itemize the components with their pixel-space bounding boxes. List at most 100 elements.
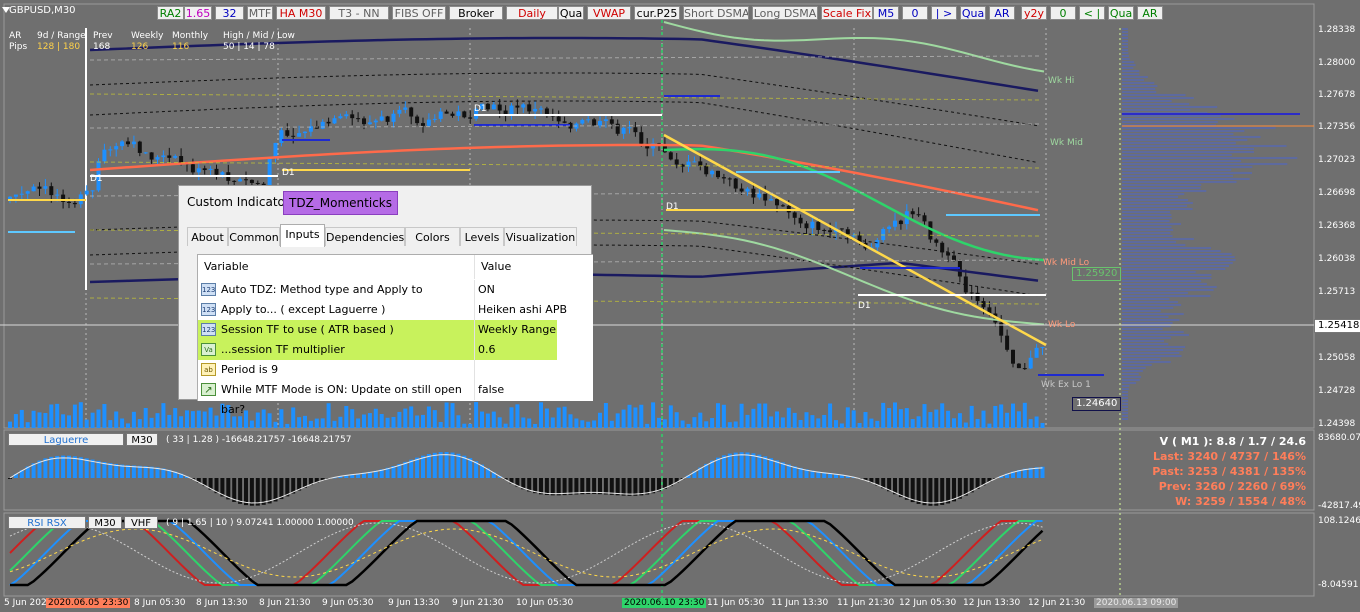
tab-visualization[interactable]: Visualization: [504, 227, 577, 246]
input-row[interactable]: 123 Session TF to use ( ATR based ) Weekly…: [198, 320, 594, 340]
toolbar-button-9[interactable]: Qua: [558, 6, 584, 20]
volume-profile-bar: [1122, 73, 1140, 75]
toolbar-button-20[interactable]: y2y: [1021, 6, 1047, 20]
input-value-cell[interactable]: Heiken ashi APB close: [475, 300, 594, 336]
input-row[interactable]: ab Period is 9: [198, 360, 594, 380]
input-row[interactable]: 123 Apply to... ( except Laguerre ) Heiken…: [198, 300, 594, 336]
double-type-icon: Va: [201, 343, 216, 356]
toolbar-button-24[interactable]: AR: [1137, 6, 1163, 20]
toolbar-button-16[interactable]: 0: [902, 6, 928, 20]
tab-common[interactable]: Common: [228, 227, 280, 246]
time-tick: 10 Jun 05:30: [516, 598, 574, 608]
toolbar-button-18[interactable]: Qua: [960, 6, 986, 20]
toolbar-button-3[interactable]: MTF: [247, 6, 273, 20]
toolbar-button-0[interactable]: RA2: [157, 6, 184, 20]
rsi-extra[interactable]: VHF: [124, 516, 158, 529]
volume-bar: [686, 423, 691, 428]
volume-profile-bar: [1122, 88, 1156, 90]
chart-menu-icon[interactable]: [2, 7, 10, 13]
toolbar-button-19[interactable]: AR: [989, 6, 1015, 20]
candle-body: [273, 142, 278, 158]
volume-bar: [751, 408, 756, 428]
toolbar-button-8[interactable]: Daily: [506, 6, 558, 20]
toolbar-button-21[interactable]: 0: [1050, 6, 1076, 20]
tab-dependencies[interactable]: Dependencies: [325, 227, 405, 246]
toolbar-button-22[interactable]: < |: [1079, 6, 1105, 20]
input-value-cell[interactable]: 0.6: [475, 340, 557, 360]
volume-profile-bar: [1122, 85, 1158, 87]
rsi-tf[interactable]: M30: [88, 516, 122, 529]
laguerre-name[interactable]: Laguerre: [8, 433, 124, 446]
column-variable[interactable]: Variable: [198, 255, 475, 279]
volume-profile-bar: [1122, 220, 1170, 222]
toolbar-button-6[interactable]: FIBS OFF: [392, 6, 446, 20]
volume-bar: [645, 423, 650, 428]
toolbar-button-13[interactable]: Long DSMA: [752, 6, 818, 20]
volume-bar: [568, 414, 573, 428]
tab-colors[interactable]: Colors: [405, 227, 460, 246]
volume-profile-bar: [1122, 385, 1130, 387]
laguerre-bar: [114, 463, 119, 478]
input-value-cell[interactable]: Weekly Range: [475, 320, 557, 340]
toolbar-button-5[interactable]: T3 - NN: [329, 6, 389, 20]
tab-levels[interactable]: Levels: [460, 227, 504, 246]
toolbar-button-7[interactable]: Broker: [449, 6, 503, 20]
volume-profile-bar: [1122, 49, 1128, 51]
inputs-table[interactable]: Variable Value 123 Auto TDZ: Method type …: [197, 254, 594, 416]
volume-profile-bar: [1122, 310, 1161, 312]
candle-body: [403, 107, 408, 110]
volume-bar: [928, 412, 933, 428]
input-variable-label: Auto TDZ: Method type and Apply to: [221, 283, 423, 296]
volume-profile-bar: [1122, 361, 1171, 363]
toolbar-button-14[interactable]: Scale Fix: [821, 6, 873, 20]
input-row[interactable]: ↗ While MTF Mode is ON: Update on still o…: [198, 380, 594, 416]
candle-body: [810, 221, 815, 229]
laguerre-bar: [108, 463, 113, 478]
volume-bar: [804, 412, 809, 428]
laguerre-bar: [438, 452, 443, 478]
candle-body: [922, 215, 927, 222]
volume-profile-bar: [1122, 397, 1128, 399]
volume-bar: [887, 408, 892, 428]
toolbar-button-23[interactable]: Qua: [1108, 6, 1134, 20]
candle-body: [1016, 363, 1021, 369]
candle-body: [161, 155, 166, 158]
toolbar-button-15[interactable]: M5: [873, 6, 899, 20]
toolbar-button-10[interactable]: VWAP: [587, 6, 631, 20]
volume-bar: [963, 422, 968, 428]
candle-body: [946, 252, 951, 256]
toolbar-button-4[interactable]: HA M30: [276, 6, 326, 20]
rsi-name[interactable]: RSI RSX: [8, 516, 86, 529]
input-value-cell[interactable]: ON: [475, 280, 594, 300]
candle-body: [1034, 347, 1039, 358]
volume-profile-bar: [1122, 28, 1128, 30]
candle-body: [37, 186, 42, 189]
candle-body: [562, 121, 567, 123]
toolbar-button-12[interactable]: Short DSMA: [683, 6, 749, 20]
volume-bar: [515, 404, 520, 428]
toolbar-button-17[interactable]: | >: [931, 6, 957, 20]
input-row[interactable]: 123 Auto TDZ: Method type and Apply to ON: [198, 280, 594, 300]
input-value-cell[interactable]: [475, 360, 594, 380]
volume-bar: [674, 412, 679, 428]
input-variable-label: While MTF Mode is ON: Update on still op…: [221, 383, 462, 416]
toolbar-button-11[interactable]: cur.P25: [634, 6, 680, 20]
volume-bar: [881, 402, 886, 428]
input-value-cell[interactable]: false: [475, 380, 594, 400]
overlay-weekly-val: 126: [131, 42, 149, 52]
candle-body: [456, 111, 461, 116]
tab-about[interactable]: About: [187, 227, 228, 246]
toolbar-button-2[interactable]: 32: [215, 6, 244, 20]
volume-bar: [586, 421, 591, 428]
stat-last: Last: 3240 / 4737 / 146%: [1152, 450, 1306, 463]
laguerre-tf[interactable]: M30: [126, 433, 158, 446]
volume-profile-bar: [1122, 211, 1171, 213]
volume-bar: [639, 404, 644, 428]
input-row[interactable]: Va ...session TF multiplier 0.6: [198, 340, 594, 360]
laguerre-bar: [603, 478, 608, 495]
tab-inputs[interactable]: Inputs: [280, 224, 325, 247]
toolbar-button-1[interactable]: 1.65: [184, 6, 212, 20]
candle-body: [893, 220, 897, 227]
volume-profile-bar: [1122, 193, 1185, 195]
column-value[interactable]: Value: [475, 255, 594, 279]
